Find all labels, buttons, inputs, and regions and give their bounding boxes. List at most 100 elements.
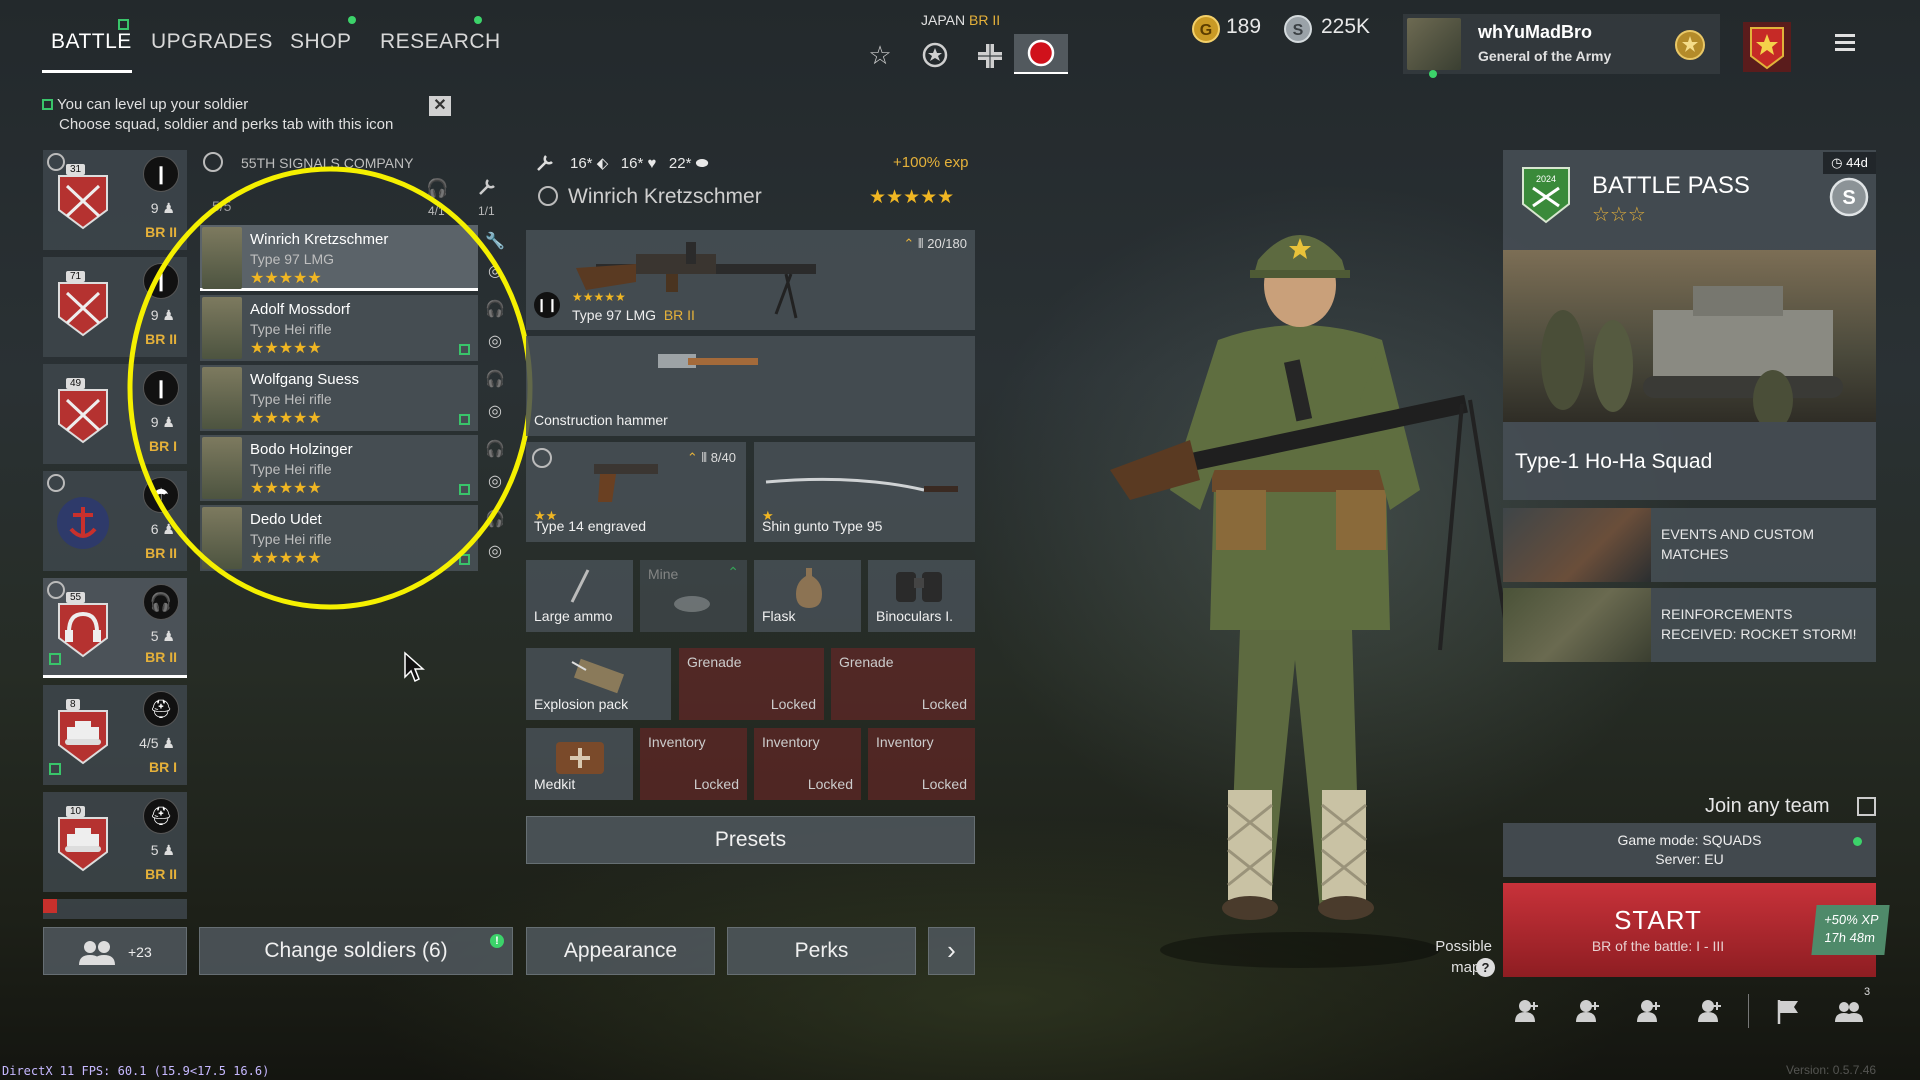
- reinforcements-thumbnail: [1503, 588, 1651, 662]
- primary-ammo: ⌃ ⦀ 20/180: [903, 236, 967, 251]
- join-any-team-checkbox[interactable]: [1857, 797, 1876, 816]
- equipment-slot-1[interactable]: Large ammo: [526, 560, 633, 632]
- secondary-ammo: ⌃ ⦀ 8/40: [686, 450, 736, 465]
- squad-br: BR I: [149, 759, 177, 775]
- soldier-detail-stars: ★★★★★: [869, 187, 955, 208]
- inventory-slot-locked-2[interactable]: Inventory Locked: [754, 728, 861, 800]
- medkit-slot[interactable]: Medkit: [526, 728, 633, 800]
- explosive-slot[interactable]: Explosion pack: [526, 648, 671, 720]
- nation-name: JAPAN: [921, 12, 966, 28]
- silver-coin-icon: S: [1828, 176, 1870, 218]
- perks-button[interactable]: Perks: [727, 927, 916, 975]
- squad-br: BR II: [145, 649, 177, 665]
- tab-shop[interactable]: SHOP: [290, 30, 352, 54]
- radio-operator-emblem-icon: [55, 596, 111, 660]
- add-friend-icon[interactable]: [1695, 996, 1725, 1026]
- events-thumbnail: [1503, 508, 1651, 582]
- change-soldiers-label: Change soldiers (6): [264, 939, 448, 962]
- squad-upgrade-icon: [49, 763, 61, 775]
- soldier-stats: 16* ⬖ 16* ♥ 22* ⬬: [570, 155, 709, 172]
- slot-state: Locked: [921, 776, 967, 792]
- slot-title: Grenade: [687, 654, 742, 670]
- anchor-emblem-icon: [55, 489, 111, 553]
- flag-icon[interactable]: [1773, 996, 1803, 1026]
- weapon-medal-icon: [532, 448, 552, 468]
- friends-group-icon[interactable]: [1834, 996, 1864, 1026]
- hint-close-button[interactable]: ✕: [429, 96, 451, 116]
- campaign-badge-icon[interactable]: [1741, 20, 1793, 74]
- tab-upgrades[interactable]: UPGRADES: [151, 30, 273, 54]
- help-icon[interactable]: ?: [1476, 958, 1495, 977]
- reserve-button[interactable]: +23: [43, 927, 187, 975]
- mine-icon: [674, 596, 710, 612]
- grenade-slot-locked-2[interactable]: Grenade Locked: [831, 648, 975, 720]
- squad-count: 5 ♟: [150, 628, 175, 644]
- next-tab-button[interactable]: ›: [928, 927, 975, 975]
- profile-rank: General of the Army: [1478, 48, 1612, 64]
- squad-upgrade-icon: [49, 653, 61, 665]
- squad-level: 10: [66, 806, 86, 817]
- squad-count: 4/5 ♟: [139, 735, 175, 751]
- news-card-events[interactable]: EVENTS AND CUSTOM MATCHES: [1503, 508, 1876, 582]
- start-button[interactable]: START BR of the battle: I - III +50% XP …: [1503, 883, 1890, 977]
- tanker-class-icon: ⛑: [143, 798, 179, 834]
- nation-label: JAPAN BR II: [921, 12, 1000, 28]
- equipment-slot-3[interactable]: Flask: [754, 560, 861, 632]
- primary-weapon-label: Type 97 LMG BR II: [572, 307, 695, 323]
- svg-text:G: G: [1200, 22, 1212, 39]
- primary-weapon-slot[interactable]: ❙❙ ★★★★★ Type 97 LMG BR II ⌃ ⦀ 20/180: [526, 230, 975, 330]
- inventory-slot-locked-3[interactable]: Inventory Locked: [868, 728, 975, 800]
- melee-label: Shin gunto Type 95: [762, 518, 883, 534]
- tab-research[interactable]: RESEARCH: [380, 30, 501, 54]
- reserve-count: +23: [128, 944, 152, 960]
- tanker-class-icon: ⛑: [143, 691, 179, 727]
- squad-level: 8: [66, 699, 80, 710]
- star-icon[interactable]: ☆: [860, 38, 900, 72]
- soldier-detail-name: Winrich Kretzschmer: [568, 185, 762, 208]
- squad-card-6[interactable]: 8 ⛑ 4/5 ♟ BR I: [43, 685, 187, 785]
- medal-icon[interactable]: [915, 38, 955, 72]
- ammo-icon: [570, 569, 590, 603]
- allies-cross-icon[interactable]: [970, 38, 1010, 72]
- equipment-label: Binoculars I.: [876, 608, 954, 624]
- tab-battle[interactable]: BATTLE: [51, 30, 132, 54]
- news-card-reinforcements[interactable]: REINFORCEMENTS RECEIVED: ROCKET STORM!: [1503, 588, 1876, 662]
- change-soldiers-button[interactable]: Change soldiers (6) !: [199, 927, 513, 975]
- exp-bonus: +100% exp: [893, 154, 969, 171]
- gold-coin-icon: G: [1191, 14, 1221, 44]
- silver-coin-icon: S: [1283, 14, 1313, 44]
- tool-slot[interactable]: Construction hammer: [526, 336, 975, 436]
- japan-flag-button[interactable]: [1014, 34, 1068, 74]
- shop-notification-dot: [348, 16, 356, 24]
- notification-icon: !: [490, 934, 504, 948]
- profile-card[interactable]: whYuMadBro General of the Army: [1403, 14, 1720, 78]
- squad-br: BR II: [145, 866, 177, 882]
- highlight-circle: [127, 166, 533, 610]
- equipment-slot-4[interactable]: Binoculars I.: [868, 560, 975, 632]
- add-friend-icon[interactable]: [1573, 996, 1603, 1026]
- game-mode-card[interactable]: Game mode: SQUADS Server: EU: [1503, 823, 1876, 877]
- squad-card-7[interactable]: 10 ⛑ 5 ♟ BR II: [43, 792, 187, 892]
- battle-pass-timer: ◷ 44d: [1823, 152, 1876, 174]
- add-friend-icon[interactable]: [1634, 996, 1664, 1026]
- equipment-slot-2[interactable]: Mine ⌃: [640, 560, 747, 632]
- appearance-button[interactable]: Appearance: [526, 927, 715, 975]
- inventory-slot-locked-1[interactable]: Inventory Locked: [640, 728, 747, 800]
- battle-pass-badge-icon: 2024: [1519, 164, 1573, 226]
- crossed-rifles-emblem-icon: [55, 382, 111, 446]
- squad-card-8-partial[interactable]: [43, 899, 187, 919]
- melee-weapon-slot[interactable]: ★ Shin gunto Type 95: [754, 442, 975, 542]
- bp-year: 2024: [1536, 174, 1556, 184]
- presets-button[interactable]: Presets: [526, 816, 975, 864]
- grenade-slot-locked-1[interactable]: Grenade Locked: [679, 648, 824, 720]
- hint-line1: You can level up your soldier: [57, 96, 249, 113]
- server-text: Server: EU: [1655, 851, 1724, 867]
- svg-text:S: S: [1293, 22, 1304, 39]
- server-status-dot: [1853, 837, 1862, 846]
- level-up-hint: You can level up your soldier Choose squ…: [42, 95, 393, 135]
- battle-pass-card[interactable]: 2024 BATTLE PASS ☆☆☆ ◷ 44d S Type-1 Ho-H…: [1503, 150, 1876, 500]
- secondary-weapon-slot[interactable]: ⌃ ⦀ 8/40 ★★ Type 14 engraved: [526, 442, 746, 542]
- menu-icon[interactable]: [1830, 30, 1860, 54]
- add-friend-icon[interactable]: [1512, 996, 1542, 1026]
- explosion-pack-icon: [571, 658, 625, 694]
